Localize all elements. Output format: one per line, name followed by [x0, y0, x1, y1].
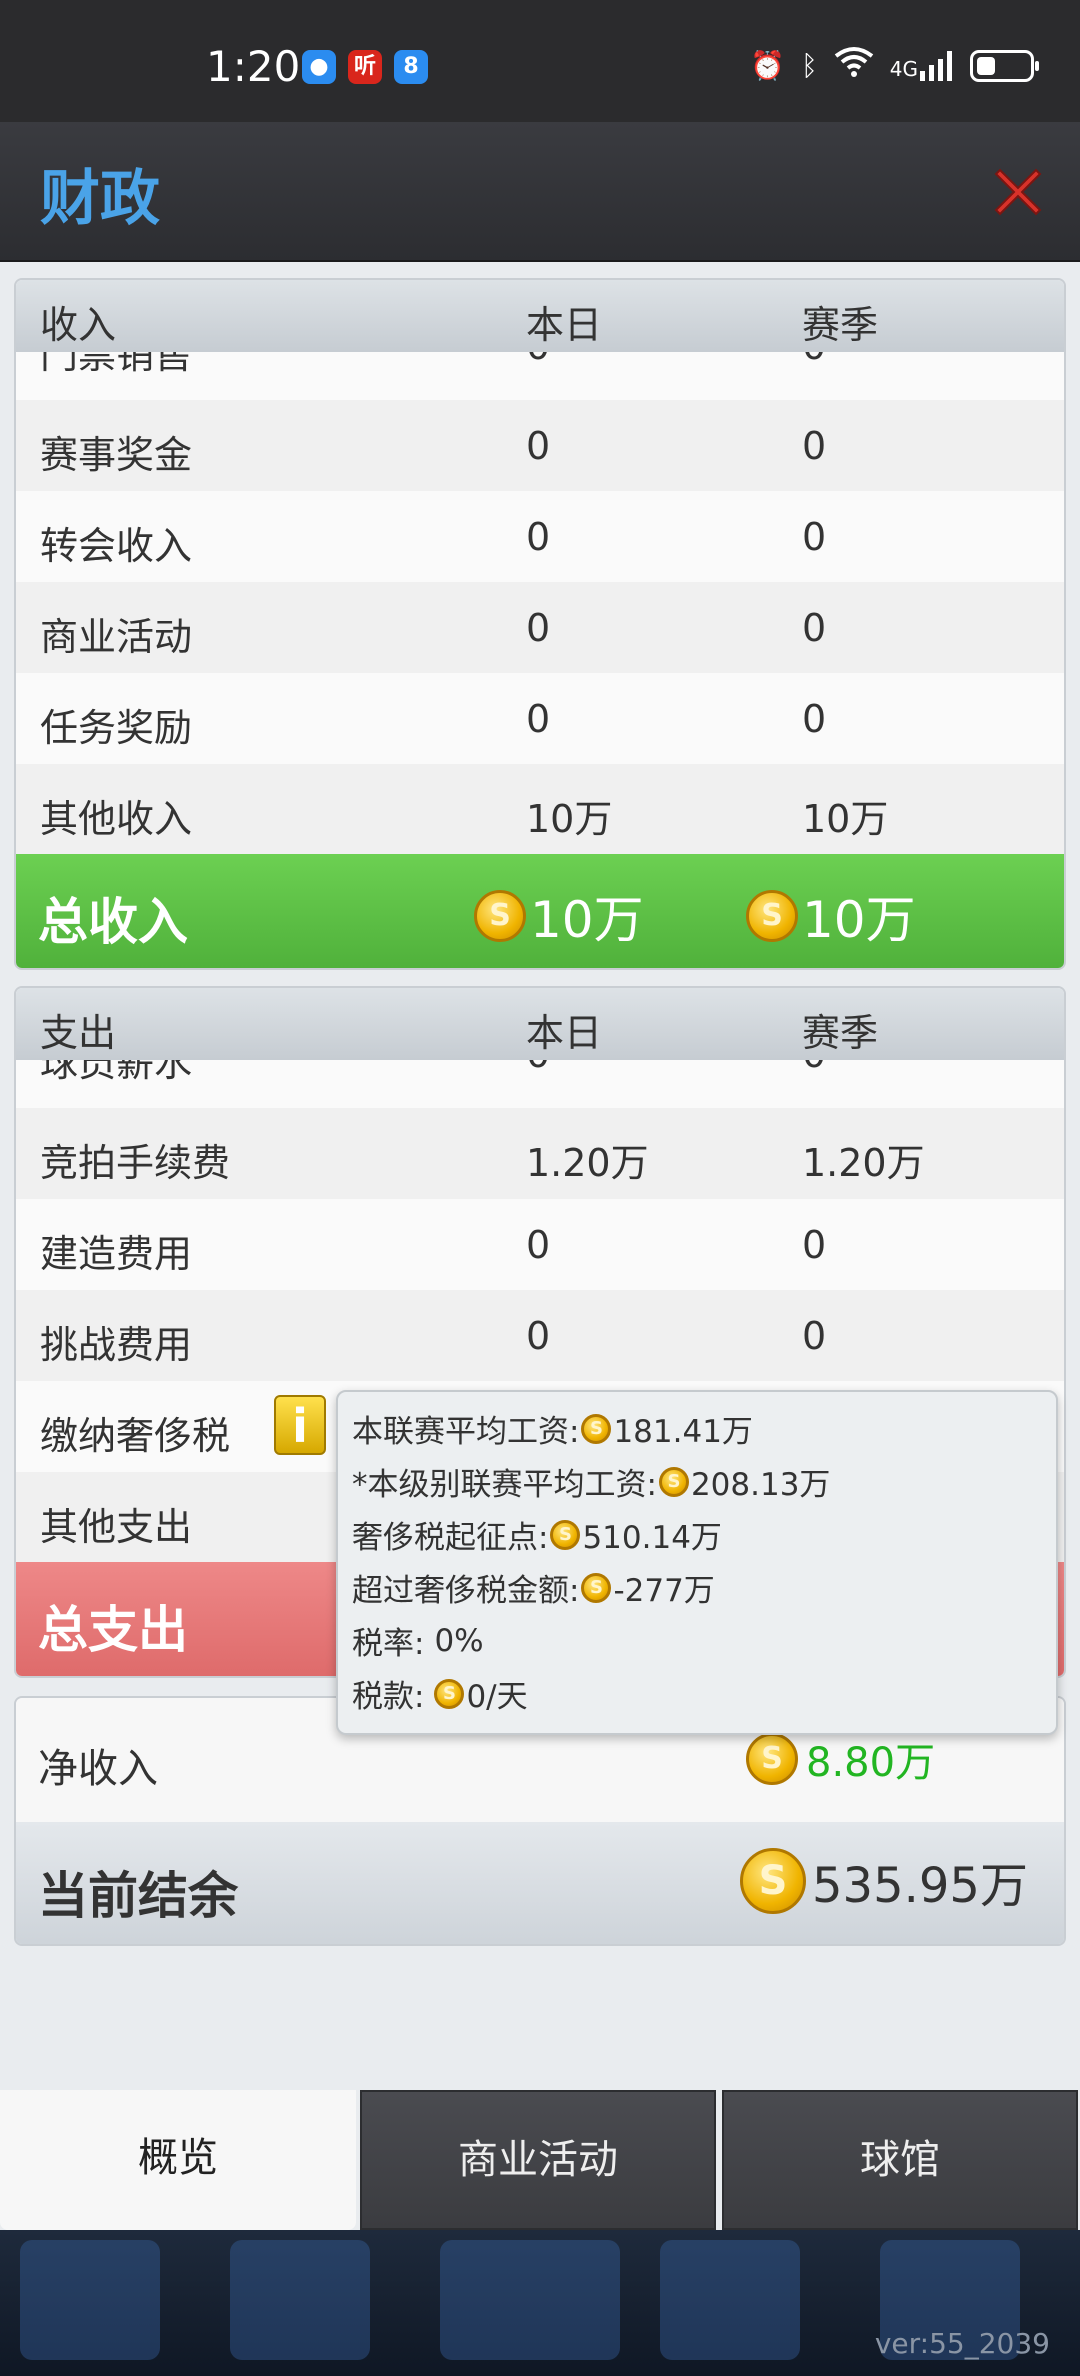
- coin-icon: S: [581, 1413, 612, 1444]
- alarm-icon: ⏰: [750, 49, 785, 82]
- table-row: 赛事奖金 0 0: [16, 400, 1064, 491]
- coin-icon: S: [434, 1678, 465, 1709]
- income-total-season: 10万: [802, 891, 916, 949]
- table-row: 其他收入 10万 10万: [16, 764, 1064, 854]
- app-8-icon: 8: [394, 50, 428, 84]
- expense-header-season: 赛季: [802, 1011, 879, 1055]
- status-bar: 1:20 ● 听 8 ⏰ ᛒ 4G: [0, 0, 1080, 122]
- current-balance-row: 当前结余 S 535.95万: [16, 1822, 1064, 1944]
- battery-icon: [970, 49, 1039, 82]
- bluetooth-icon: ᛒ: [800, 49, 818, 82]
- coin-icon: S: [740, 1848, 806, 1914]
- coin-icon: S: [474, 890, 526, 942]
- version-label: ver:55_2039: [874, 2327, 1050, 2360]
- coin-icon: S: [746, 1733, 798, 1785]
- bottom-nav: ver:55_2039: [0, 2230, 1080, 2376]
- coin-icon: S: [658, 1466, 689, 1497]
- coin-icon: S: [581, 1572, 612, 1603]
- table-row-partial: 门票销售 0 0: [16, 352, 1064, 400]
- signal-icon: 4G: [889, 50, 954, 81]
- table-row: 竞拍手续费 1.20万 1.20万: [16, 1108, 1064, 1199]
- page-title: 财政: [40, 164, 160, 234]
- table-row: 挑战费用 0 0: [16, 1290, 1064, 1381]
- tab-business[interactable]: 商业活动: [360, 2090, 716, 2230]
- income-total-label: 总收入: [38, 893, 188, 951]
- current-balance-label: 当前结余: [38, 1867, 238, 1925]
- tooltip-line: 税款: S 0/天: [352, 1678, 528, 1715]
- tab-arena[interactable]: 球馆: [722, 2090, 1078, 2230]
- tooltip-line: *本级别联赛平均工资: S 208.13万: [352, 1466, 831, 1503]
- status-time: 1:20: [206, 42, 301, 91]
- nav-item[interactable]: [20, 2240, 160, 2360]
- tooltip-line: 本联赛平均工资: S 181.41万: [352, 1413, 753, 1450]
- table-row-partial: 球员薪水 0 0: [16, 1060, 1064, 1108]
- income-panel: 收入 本日 赛季 门票销售 0 0 赛事奖金00 转会收入00 商业活动00 任…: [14, 278, 1066, 970]
- income-header-label: 收入: [40, 303, 117, 347]
- net-income-value: 8.80万: [806, 1740, 936, 1786]
- tab-bar: 概览 商业活动 球馆: [0, 2090, 1080, 2230]
- current-balance-value: 535.95万: [812, 1858, 1028, 1914]
- info-icon[interactable]: i: [274, 1395, 326, 1455]
- wifi-icon: [834, 46, 874, 85]
- luxury-tax-tooltip: 本联赛平均工资: S 181.41万 *本级别联赛平均工资: S 208.13万 奢侈税…: [336, 1390, 1058, 1735]
- expense-table-header: 支出 本日 赛季: [16, 988, 1064, 1060]
- income-table-header: 收入 本日 赛季: [16, 280, 1064, 352]
- tooltip-line: 奢侈税起征点: S 510.14万: [352, 1519, 722, 1556]
- nav-item[interactable]: [660, 2240, 800, 2360]
- tab-overview[interactable]: 概览: [0, 2090, 356, 2230]
- table-row: 商业活动 0 0: [16, 582, 1064, 673]
- network-type: 4G: [889, 56, 918, 81]
- expense-header-label: 支出: [40, 1011, 117, 1055]
- tooltip-line: 税率: 0%: [352, 1622, 484, 1663]
- table-row: 转会收入 0 0: [16, 491, 1064, 582]
- income-total-row: 总收入 S 10万 S 10万: [16, 854, 1064, 968]
- expense-header-day: 本日: [526, 1011, 603, 1055]
- coin-icon: S: [746, 890, 798, 942]
- income-header-season: 赛季: [802, 303, 879, 347]
- close-icon[interactable]: [986, 160, 1050, 224]
- message-app-icon: ●: [302, 50, 336, 84]
- app-header: 财政: [0, 122, 1080, 262]
- income-rows[interactable]: 门票销售 0 0 赛事奖金00 转会收入00 商业活动00 任务奖励00 其他收…: [16, 352, 1064, 854]
- coin-icon: S: [550, 1519, 581, 1550]
- table-row: 任务奖励 0 0: [16, 673, 1064, 764]
- nav-item[interactable]: [230, 2240, 370, 2360]
- table-row: 建造费用 0 0: [16, 1199, 1064, 1290]
- income-header-day: 本日: [526, 303, 603, 347]
- listen-app-icon: 听: [348, 50, 382, 84]
- income-total-day: 10万: [530, 891, 644, 949]
- tooltip-line: 超过奢侈税金额: S -277万: [352, 1572, 715, 1609]
- expense-total-label: 总支出: [38, 1601, 188, 1659]
- nav-item[interactable]: [440, 2240, 620, 2360]
- net-income-label: 净收入: [38, 1746, 158, 1792]
